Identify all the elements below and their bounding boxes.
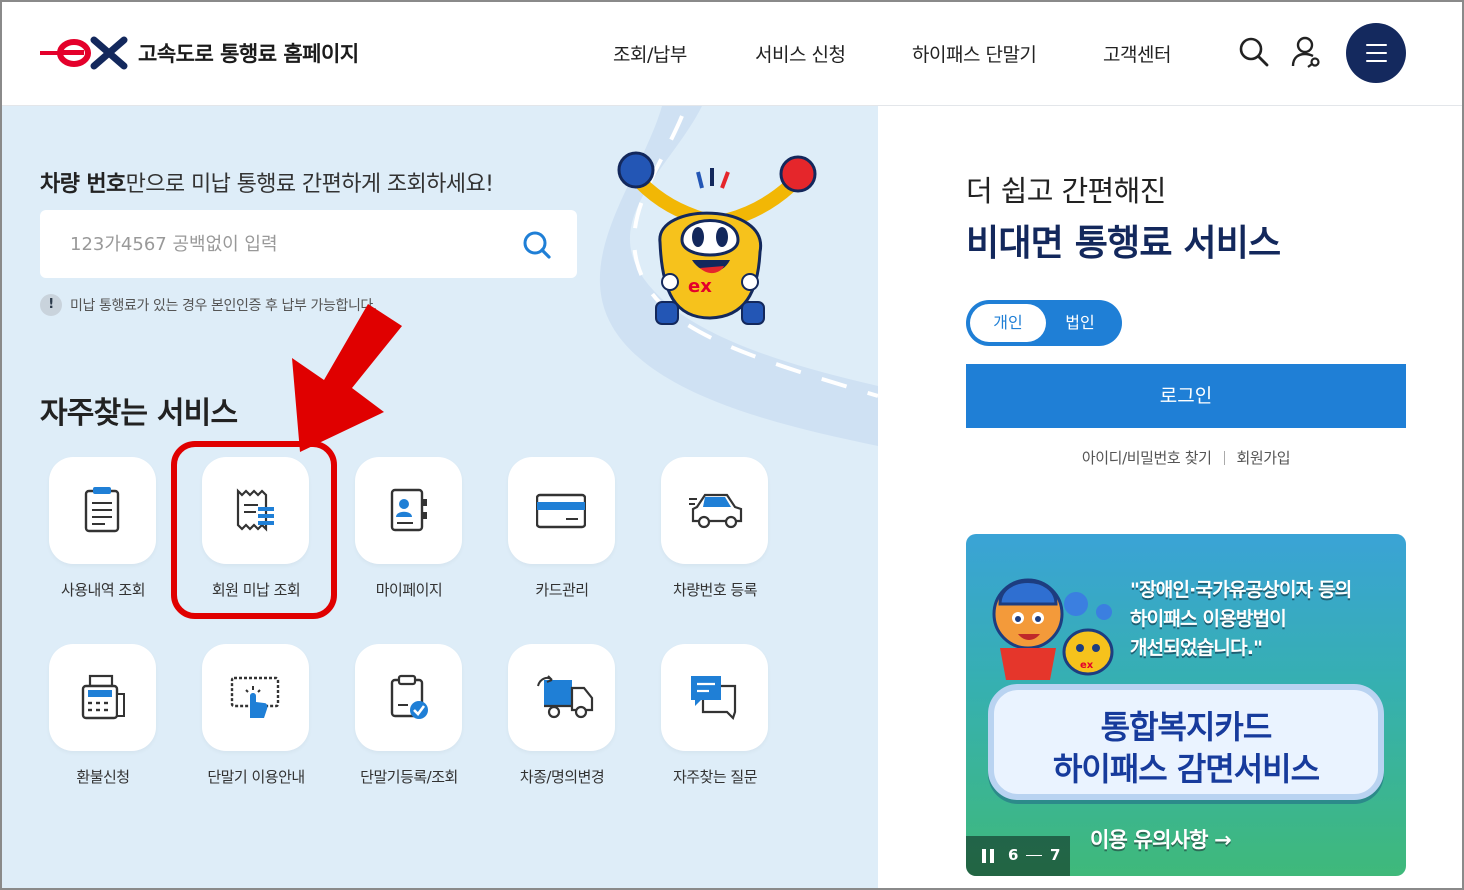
- toggle-personal[interactable]: 개인: [970, 304, 1046, 342]
- service-label: 차량번호 등록: [672, 581, 758, 599]
- search-title: 차량 번호만으로 미납 통행료 간편하게 조회하세요!: [40, 166, 494, 198]
- ex-logo-icon[interactable]: [40, 36, 130, 70]
- right-panel: 더 쉽고 간편해진 비대면 통행료 서비스 개인 법인 로그인 아이디/비밀번호…: [878, 106, 1462, 888]
- service-mypage[interactable]: 마이페이지: [334, 457, 484, 627]
- vehicle-search-box: [40, 210, 577, 278]
- nav-inquiry-payment[interactable]: 조회/납부: [613, 40, 687, 67]
- search-submit-icon[interactable]: [520, 228, 554, 262]
- service-label: 단말기 이용안내: [207, 768, 305, 786]
- svg-text:ex: ex: [1080, 660, 1094, 671]
- service-tile: [661, 644, 768, 751]
- toggle-corporate[interactable]: 법인: [1042, 304, 1118, 342]
- document-list-icon: [84, 487, 120, 533]
- banner-headline: 통합복지카드 하이패스 감면서비스: [988, 684, 1384, 800]
- service-vehicle-owner-change[interactable]: 차종/명의변경: [487, 644, 637, 814]
- service-tile: [355, 644, 462, 751]
- link-divider: [1223, 450, 1225, 465]
- service-vehicle-registration[interactable]: 차량번호 등록: [640, 457, 790, 627]
- browser-frame: 고속도로 통행료 홈페이지 조회/납부 서비스 신청 하이패스 단말기 고객센터…: [0, 0, 1464, 890]
- usage-caution-link[interactable]: 이용 유의사항 →: [1090, 824, 1232, 854]
- site-header: 고속도로 통행료 홈페이지 조회/납부 서비스 신청 하이패스 단말기 고객센터: [2, 2, 1462, 106]
- search-title-rest: 만으로 미납 통행료 간편하게 조회하세요!: [125, 172, 494, 197]
- service-tile: [49, 457, 156, 564]
- mascot-car-icon: ex: [617, 151, 817, 325]
- favorite-services-title: 자주찾는 서비스: [40, 396, 238, 431]
- service-label: 단말기등록/조회: [360, 768, 458, 786]
- service-card-management[interactable]: 카드관리: [487, 457, 637, 627]
- service-label: 마이페이지: [375, 581, 443, 599]
- pause-icon[interactable]: [982, 849, 996, 863]
- service-label: 사용내역 조회: [60, 581, 146, 599]
- banner-pager: 6 7: [966, 836, 1070, 876]
- truck-icon: [537, 675, 594, 719]
- user-icon[interactable]: [1290, 36, 1322, 68]
- red-arrow-icon: [292, 304, 402, 452]
- service-label: 카드관리: [535, 581, 589, 599]
- login-button[interactable]: 로그인: [966, 364, 1406, 428]
- service-label: 차종/명의변경: [519, 768, 605, 786]
- service-tile: [508, 457, 615, 564]
- service-tile: [355, 457, 462, 564]
- login-subtitle: 더 쉽고 간편해진: [966, 174, 1166, 208]
- service-terminal-register[interactable]: 단말기등록/조회: [334, 644, 484, 814]
- service-label: 환불신청: [76, 768, 130, 786]
- login-title: 비대면 통행료 서비스: [966, 223, 1281, 264]
- left-panel: 차량 번호만으로 미납 통행료 간편하게 조회하세요! !미납 통행료가 있는 …: [2, 106, 878, 888]
- service-tile: [508, 644, 615, 751]
- vehicle-number-input[interactable]: [70, 230, 510, 258]
- contact-book-icon: [390, 488, 427, 532]
- service-tile: [202, 644, 309, 751]
- car-icon: [689, 493, 743, 529]
- member-type-toggle: 개인 법인: [966, 300, 1122, 346]
- touch-screen-icon: [230, 676, 280, 718]
- exclamation-icon: !: [40, 294, 62, 316]
- nav-service-request[interactable]: 서비스 신청: [755, 40, 846, 67]
- service-usage-history[interactable]: 사용내역 조회: [28, 457, 178, 627]
- svg-text:ex: ex: [688, 276, 712, 297]
- service-refund-request[interactable]: 환불신청: [28, 644, 178, 814]
- mascot-characters-icon: ex: [992, 578, 1114, 680]
- page-current: 6: [1008, 846, 1019, 864]
- page-total: 7: [1050, 846, 1061, 864]
- chat-bubble-icon: [691, 676, 737, 721]
- service-label: 자주찾는 질문: [672, 768, 758, 786]
- nav-hipass-terminal[interactable]: 하이패스 단말기: [912, 40, 1037, 67]
- join-link[interactable]: 회원가입: [1237, 449, 1291, 467]
- service-tile: [661, 457, 768, 564]
- banner-quote: "장애인·국가유공상이자 등의 하이패스 이용방법이 개선되었습니다.": [1130, 579, 1352, 659]
- nav-customer-center[interactable]: 고객센터: [1103, 40, 1171, 67]
- search-icon[interactable]: [1238, 36, 1270, 68]
- search-title-bold: 차량 번호: [40, 172, 126, 197]
- menu-hamburger-icon[interactable]: [1346, 23, 1406, 83]
- account-links: 아이디/비밀번호 찾기 회원가입: [966, 447, 1406, 468]
- service-tile: [49, 644, 156, 751]
- clipboard-check-icon: [390, 674, 428, 719]
- cash-register-icon: [81, 674, 125, 720]
- page-separator: [1026, 855, 1042, 856]
- service-faq[interactable]: 자주찾는 질문: [640, 644, 790, 814]
- service-terminal-guide[interactable]: 단말기 이용안내: [181, 644, 331, 814]
- highlight-box: [171, 441, 337, 619]
- credit-card-icon: [536, 493, 586, 529]
- site-title[interactable]: 고속도로 통행료 홈페이지: [138, 38, 359, 68]
- find-id-password-link[interactable]: 아이디/비밀번호 찾기: [1082, 449, 1212, 467]
- promo-banner[interactable]: ex "장애인·국가유공상이자 등의 하이패스 이용방법이 개선되었습니다." …: [966, 534, 1406, 876]
